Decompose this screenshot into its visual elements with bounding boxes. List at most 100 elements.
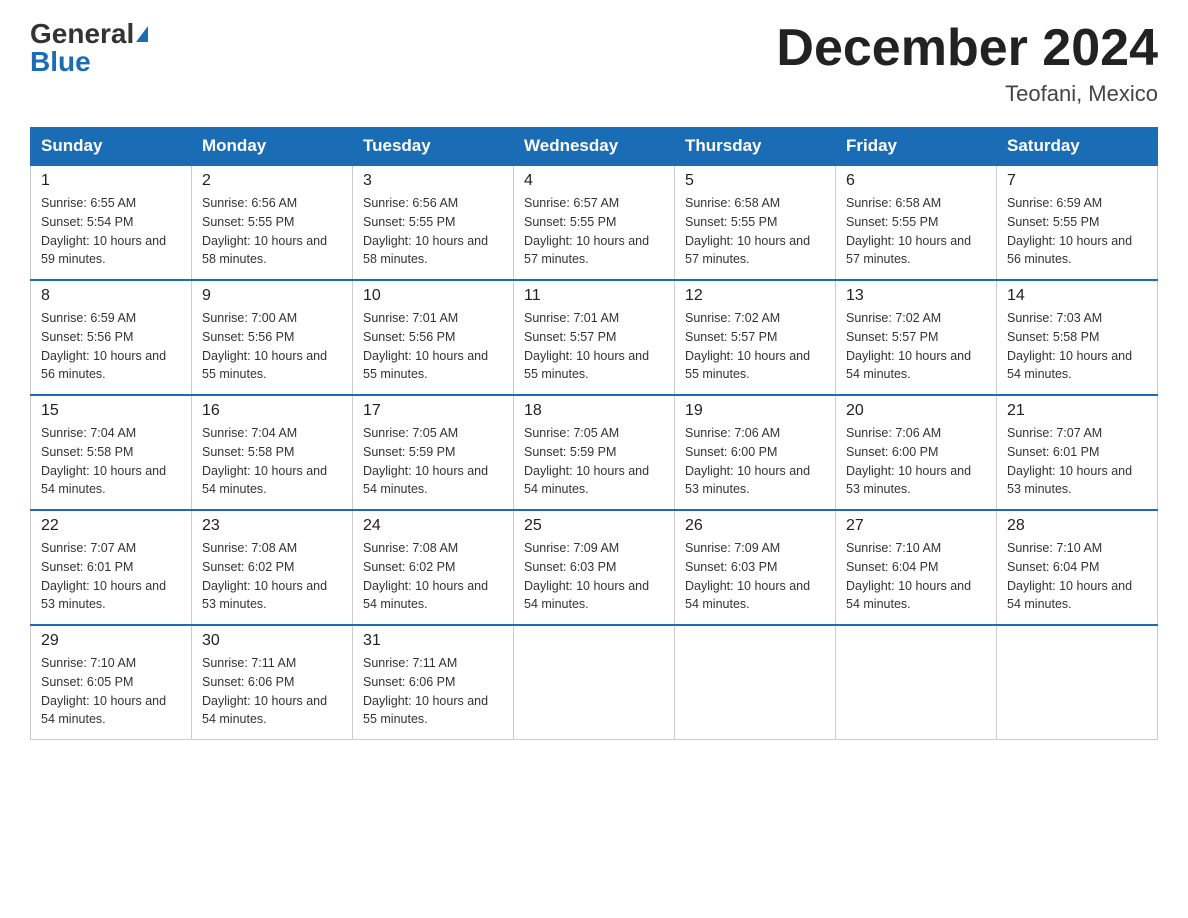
day-number: 17 <box>363 402 503 420</box>
day-number: 11 <box>524 287 664 305</box>
calendar-cell-w5-d2: 30 Sunrise: 7:11 AM Sunset: 6:06 PM Dayl… <box>192 625 353 740</box>
day-info: Sunrise: 7:05 AM Sunset: 5:59 PM Dayligh… <box>363 424 503 499</box>
month-year-title: December 2024 <box>776 20 1158 77</box>
logo: General Blue <box>30 20 148 76</box>
header-thursday: Thursday <box>675 128 836 166</box>
header-wednesday: Wednesday <box>514 128 675 166</box>
calendar-cell-w3-d4: 18 Sunrise: 7:05 AM Sunset: 5:59 PM Dayl… <box>514 395 675 510</box>
calendar-cell-w3-d7: 21 Sunrise: 7:07 AM Sunset: 6:01 PM Dayl… <box>997 395 1158 510</box>
day-info: Sunrise: 7:01 AM Sunset: 5:56 PM Dayligh… <box>363 309 503 384</box>
calendar-cell-w5-d6 <box>836 625 997 740</box>
calendar-week-4: 22 Sunrise: 7:07 AM Sunset: 6:01 PM Dayl… <box>31 510 1158 625</box>
calendar-week-2: 8 Sunrise: 6:59 AM Sunset: 5:56 PM Dayli… <box>31 280 1158 395</box>
day-info: Sunrise: 7:09 AM Sunset: 6:03 PM Dayligh… <box>685 539 825 614</box>
calendar-cell-w1-d1: 1 Sunrise: 6:55 AM Sunset: 5:54 PM Dayli… <box>31 165 192 280</box>
calendar-cell-w5-d1: 29 Sunrise: 7:10 AM Sunset: 6:05 PM Dayl… <box>31 625 192 740</box>
calendar-cell-w5-d4 <box>514 625 675 740</box>
day-info: Sunrise: 6:58 AM Sunset: 5:55 PM Dayligh… <box>685 194 825 269</box>
day-info: Sunrise: 7:02 AM Sunset: 5:57 PM Dayligh… <box>846 309 986 384</box>
day-number: 28 <box>1007 517 1147 535</box>
calendar-cell-w5-d3: 31 Sunrise: 7:11 AM Sunset: 6:06 PM Dayl… <box>353 625 514 740</box>
calendar-cell-w4-d5: 26 Sunrise: 7:09 AM Sunset: 6:03 PM Dayl… <box>675 510 836 625</box>
header-monday: Monday <box>192 128 353 166</box>
calendar-cell-w2-d1: 8 Sunrise: 6:59 AM Sunset: 5:56 PM Dayli… <box>31 280 192 395</box>
calendar-cell-w4-d2: 23 Sunrise: 7:08 AM Sunset: 6:02 PM Dayl… <box>192 510 353 625</box>
day-info: Sunrise: 7:01 AM Sunset: 5:57 PM Dayligh… <box>524 309 664 384</box>
calendar-cell-w2-d7: 14 Sunrise: 7:03 AM Sunset: 5:58 PM Dayl… <box>997 280 1158 395</box>
day-number: 23 <box>202 517 342 535</box>
logo-blue-text: Blue <box>30 48 91 76</box>
day-info: Sunrise: 7:10 AM Sunset: 6:04 PM Dayligh… <box>1007 539 1147 614</box>
calendar-cell-w1-d4: 4 Sunrise: 6:57 AM Sunset: 5:55 PM Dayli… <box>514 165 675 280</box>
day-number: 9 <box>202 287 342 305</box>
day-info: Sunrise: 6:59 AM Sunset: 5:55 PM Dayligh… <box>1007 194 1147 269</box>
day-info: Sunrise: 7:03 AM Sunset: 5:58 PM Dayligh… <box>1007 309 1147 384</box>
day-info: Sunrise: 7:02 AM Sunset: 5:57 PM Dayligh… <box>685 309 825 384</box>
calendar-cell-w2-d3: 10 Sunrise: 7:01 AM Sunset: 5:56 PM Dayl… <box>353 280 514 395</box>
day-number: 21 <box>1007 402 1147 420</box>
header-tuesday: Tuesday <box>353 128 514 166</box>
calendar-cell-w4-d7: 28 Sunrise: 7:10 AM Sunset: 6:04 PM Dayl… <box>997 510 1158 625</box>
calendar-week-1: 1 Sunrise: 6:55 AM Sunset: 5:54 PM Dayli… <box>31 165 1158 280</box>
day-number: 10 <box>363 287 503 305</box>
day-number: 3 <box>363 172 503 190</box>
calendar-cell-w1-d5: 5 Sunrise: 6:58 AM Sunset: 5:55 PM Dayli… <box>675 165 836 280</box>
header-friday: Friday <box>836 128 997 166</box>
day-info: Sunrise: 7:08 AM Sunset: 6:02 PM Dayligh… <box>363 539 503 614</box>
calendar-table: Sunday Monday Tuesday Wednesday Thursday… <box>30 127 1158 740</box>
calendar-cell-w3-d6: 20 Sunrise: 7:06 AM Sunset: 6:00 PM Dayl… <box>836 395 997 510</box>
calendar-cell-w5-d7 <box>997 625 1158 740</box>
day-info: Sunrise: 7:08 AM Sunset: 6:02 PM Dayligh… <box>202 539 342 614</box>
day-number: 24 <box>363 517 503 535</box>
day-number: 1 <box>41 172 181 190</box>
day-number: 5 <box>685 172 825 190</box>
day-info: Sunrise: 6:59 AM Sunset: 5:56 PM Dayligh… <box>41 309 181 384</box>
day-number: 26 <box>685 517 825 535</box>
day-number: 2 <box>202 172 342 190</box>
day-number: 14 <box>1007 287 1147 305</box>
day-number: 12 <box>685 287 825 305</box>
day-number: 8 <box>41 287 181 305</box>
day-info: Sunrise: 7:06 AM Sunset: 6:00 PM Dayligh… <box>685 424 825 499</box>
header-saturday: Saturday <box>997 128 1158 166</box>
day-number: 31 <box>363 632 503 650</box>
calendar-cell-w5-d5 <box>675 625 836 740</box>
title-area: December 2024 Teofani, Mexico <box>776 20 1158 107</box>
day-number: 16 <box>202 402 342 420</box>
calendar-cell-w4-d4: 25 Sunrise: 7:09 AM Sunset: 6:03 PM Dayl… <box>514 510 675 625</box>
day-number: 20 <box>846 402 986 420</box>
calendar-header-row: Sunday Monday Tuesday Wednesday Thursday… <box>31 128 1158 166</box>
calendar-cell-w4-d3: 24 Sunrise: 7:08 AM Sunset: 6:02 PM Dayl… <box>353 510 514 625</box>
day-info: Sunrise: 7:07 AM Sunset: 6:01 PM Dayligh… <box>41 539 181 614</box>
page-header: General Blue December 2024 Teofani, Mexi… <box>30 20 1158 107</box>
calendar-cell-w2-d4: 11 Sunrise: 7:01 AM Sunset: 5:57 PM Dayl… <box>514 280 675 395</box>
day-number: 25 <box>524 517 664 535</box>
calendar-week-5: 29 Sunrise: 7:10 AM Sunset: 6:05 PM Dayl… <box>31 625 1158 740</box>
calendar-cell-w3-d1: 15 Sunrise: 7:04 AM Sunset: 5:58 PM Dayl… <box>31 395 192 510</box>
calendar-cell-w2-d2: 9 Sunrise: 7:00 AM Sunset: 5:56 PM Dayli… <box>192 280 353 395</box>
logo-triangle-icon <box>136 26 148 42</box>
calendar-cell-w1-d6: 6 Sunrise: 6:58 AM Sunset: 5:55 PM Dayli… <box>836 165 997 280</box>
day-info: Sunrise: 7:06 AM Sunset: 6:00 PM Dayligh… <box>846 424 986 499</box>
day-info: Sunrise: 7:04 AM Sunset: 5:58 PM Dayligh… <box>202 424 342 499</box>
day-info: Sunrise: 6:56 AM Sunset: 5:55 PM Dayligh… <box>363 194 503 269</box>
day-number: 4 <box>524 172 664 190</box>
calendar-cell-w3-d3: 17 Sunrise: 7:05 AM Sunset: 5:59 PM Dayl… <box>353 395 514 510</box>
location-subtitle: Teofani, Mexico <box>776 81 1158 107</box>
day-number: 15 <box>41 402 181 420</box>
day-info: Sunrise: 7:00 AM Sunset: 5:56 PM Dayligh… <box>202 309 342 384</box>
day-number: 7 <box>1007 172 1147 190</box>
calendar-week-3: 15 Sunrise: 7:04 AM Sunset: 5:58 PM Dayl… <box>31 395 1158 510</box>
day-info: Sunrise: 6:58 AM Sunset: 5:55 PM Dayligh… <box>846 194 986 269</box>
day-info: Sunrise: 7:04 AM Sunset: 5:58 PM Dayligh… <box>41 424 181 499</box>
day-info: Sunrise: 6:56 AM Sunset: 5:55 PM Dayligh… <box>202 194 342 269</box>
day-info: Sunrise: 6:55 AM Sunset: 5:54 PM Dayligh… <box>41 194 181 269</box>
calendar-cell-w1-d3: 3 Sunrise: 6:56 AM Sunset: 5:55 PM Dayli… <box>353 165 514 280</box>
day-info: Sunrise: 7:11 AM Sunset: 6:06 PM Dayligh… <box>202 654 342 729</box>
day-number: 29 <box>41 632 181 650</box>
day-number: 27 <box>846 517 986 535</box>
logo-general-text: General <box>30 20 134 48</box>
day-info: Sunrise: 7:05 AM Sunset: 5:59 PM Dayligh… <box>524 424 664 499</box>
day-number: 13 <box>846 287 986 305</box>
calendar-cell-w2-d6: 13 Sunrise: 7:02 AM Sunset: 5:57 PM Dayl… <box>836 280 997 395</box>
